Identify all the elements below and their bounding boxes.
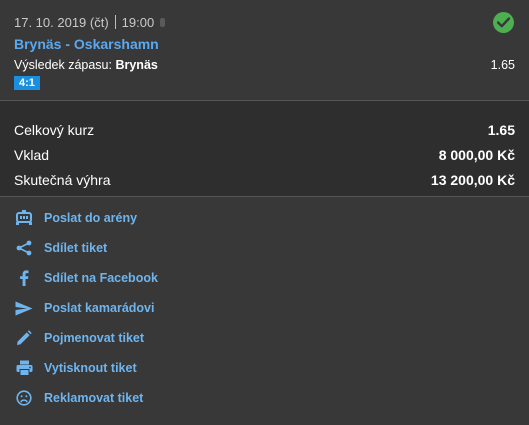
facebook-icon <box>14 268 34 288</box>
bet-odd: 1.65 <box>490 58 515 72</box>
bet-detail: 17. 10. 2019 (čt) 19:00 Brynäs - Oskarsh… <box>0 0 529 100</box>
claim-ticket-action[interactable]: Reklamovat tiket <box>14 383 529 413</box>
bet-meta: 17. 10. 2019 (čt) 19:00 <box>14 14 515 30</box>
send-to-arena-action[interactable]: Poslat do arény <box>14 203 529 233</box>
match-date: 17. 10. 2019 (čt) <box>14 14 109 30</box>
match-time: 19:00 <box>121 14 155 30</box>
win-value: 13 200,00 Kč <box>430 171 515 188</box>
send-to-friend-action[interactable]: Poslat kamarádovi <box>14 293 529 323</box>
share-facebook-action[interactable]: Sdílet na Facebook <box>14 263 529 293</box>
action-label: Sdílet tiket <box>44 241 108 255</box>
action-label: Poslat kamarádovi <box>44 301 155 315</box>
total-odds-row: Celkový kurz 1.65 <box>14 117 515 142</box>
action-label: Poslat do arény <box>44 211 138 225</box>
stake-row: Vklad 8 000,00 Kč <box>14 142 515 167</box>
check-circle-icon <box>493 12 514 33</box>
result-pick: Brynäs <box>115 58 158 72</box>
bet-result-row: Výsledek zápasu: Brynäs 1.65 <box>14 57 515 73</box>
win-row: Skutečná výhra 13 200,00 Kč <box>14 167 515 192</box>
meta-separator <box>114 15 116 29</box>
result-text: Výsledek zápasu: Brynäs <box>14 58 158 72</box>
printer-icon <box>14 358 34 378</box>
score-badge: 4:1 <box>14 76 40 90</box>
actions-list: Poslat do arény Sdílet tiket Sdílet na F… <box>0 197 529 413</box>
arena-icon <box>14 208 34 228</box>
small-indicator-icon <box>160 17 166 27</box>
total-odds-value: 1.65 <box>487 121 515 138</box>
total-odds-label: Celkový kurz <box>14 121 95 138</box>
send-icon <box>14 298 34 318</box>
action-label: Reklamovat tiket <box>44 391 144 405</box>
match-title[interactable]: Brynäs - Oskarshamn <box>14 36 515 53</box>
result-label: Výsledek zápasu: <box>14 58 112 72</box>
win-label: Skutečná výhra <box>14 171 111 188</box>
sad-face-icon <box>14 388 34 408</box>
print-ticket-action[interactable]: Vytisknout tiket <box>14 353 529 383</box>
action-label: Sdílet na Facebook <box>44 271 158 285</box>
share-ticket-action[interactable]: Sdílet tiket <box>14 233 529 263</box>
rename-ticket-action[interactable]: Pojmenovat tiket <box>14 323 529 353</box>
stake-label: Vklad <box>14 146 50 163</box>
action-label: Vytisknout tiket <box>44 361 137 375</box>
share-icon <box>14 238 34 258</box>
stake-value: 8 000,00 Kč <box>438 146 515 163</box>
action-label: Pojmenovat tiket <box>44 331 145 345</box>
totals-panel: Celkový kurz 1.65 Vklad 8 000,00 Kč Skut… <box>0 101 529 196</box>
pencil-icon <box>14 328 34 348</box>
